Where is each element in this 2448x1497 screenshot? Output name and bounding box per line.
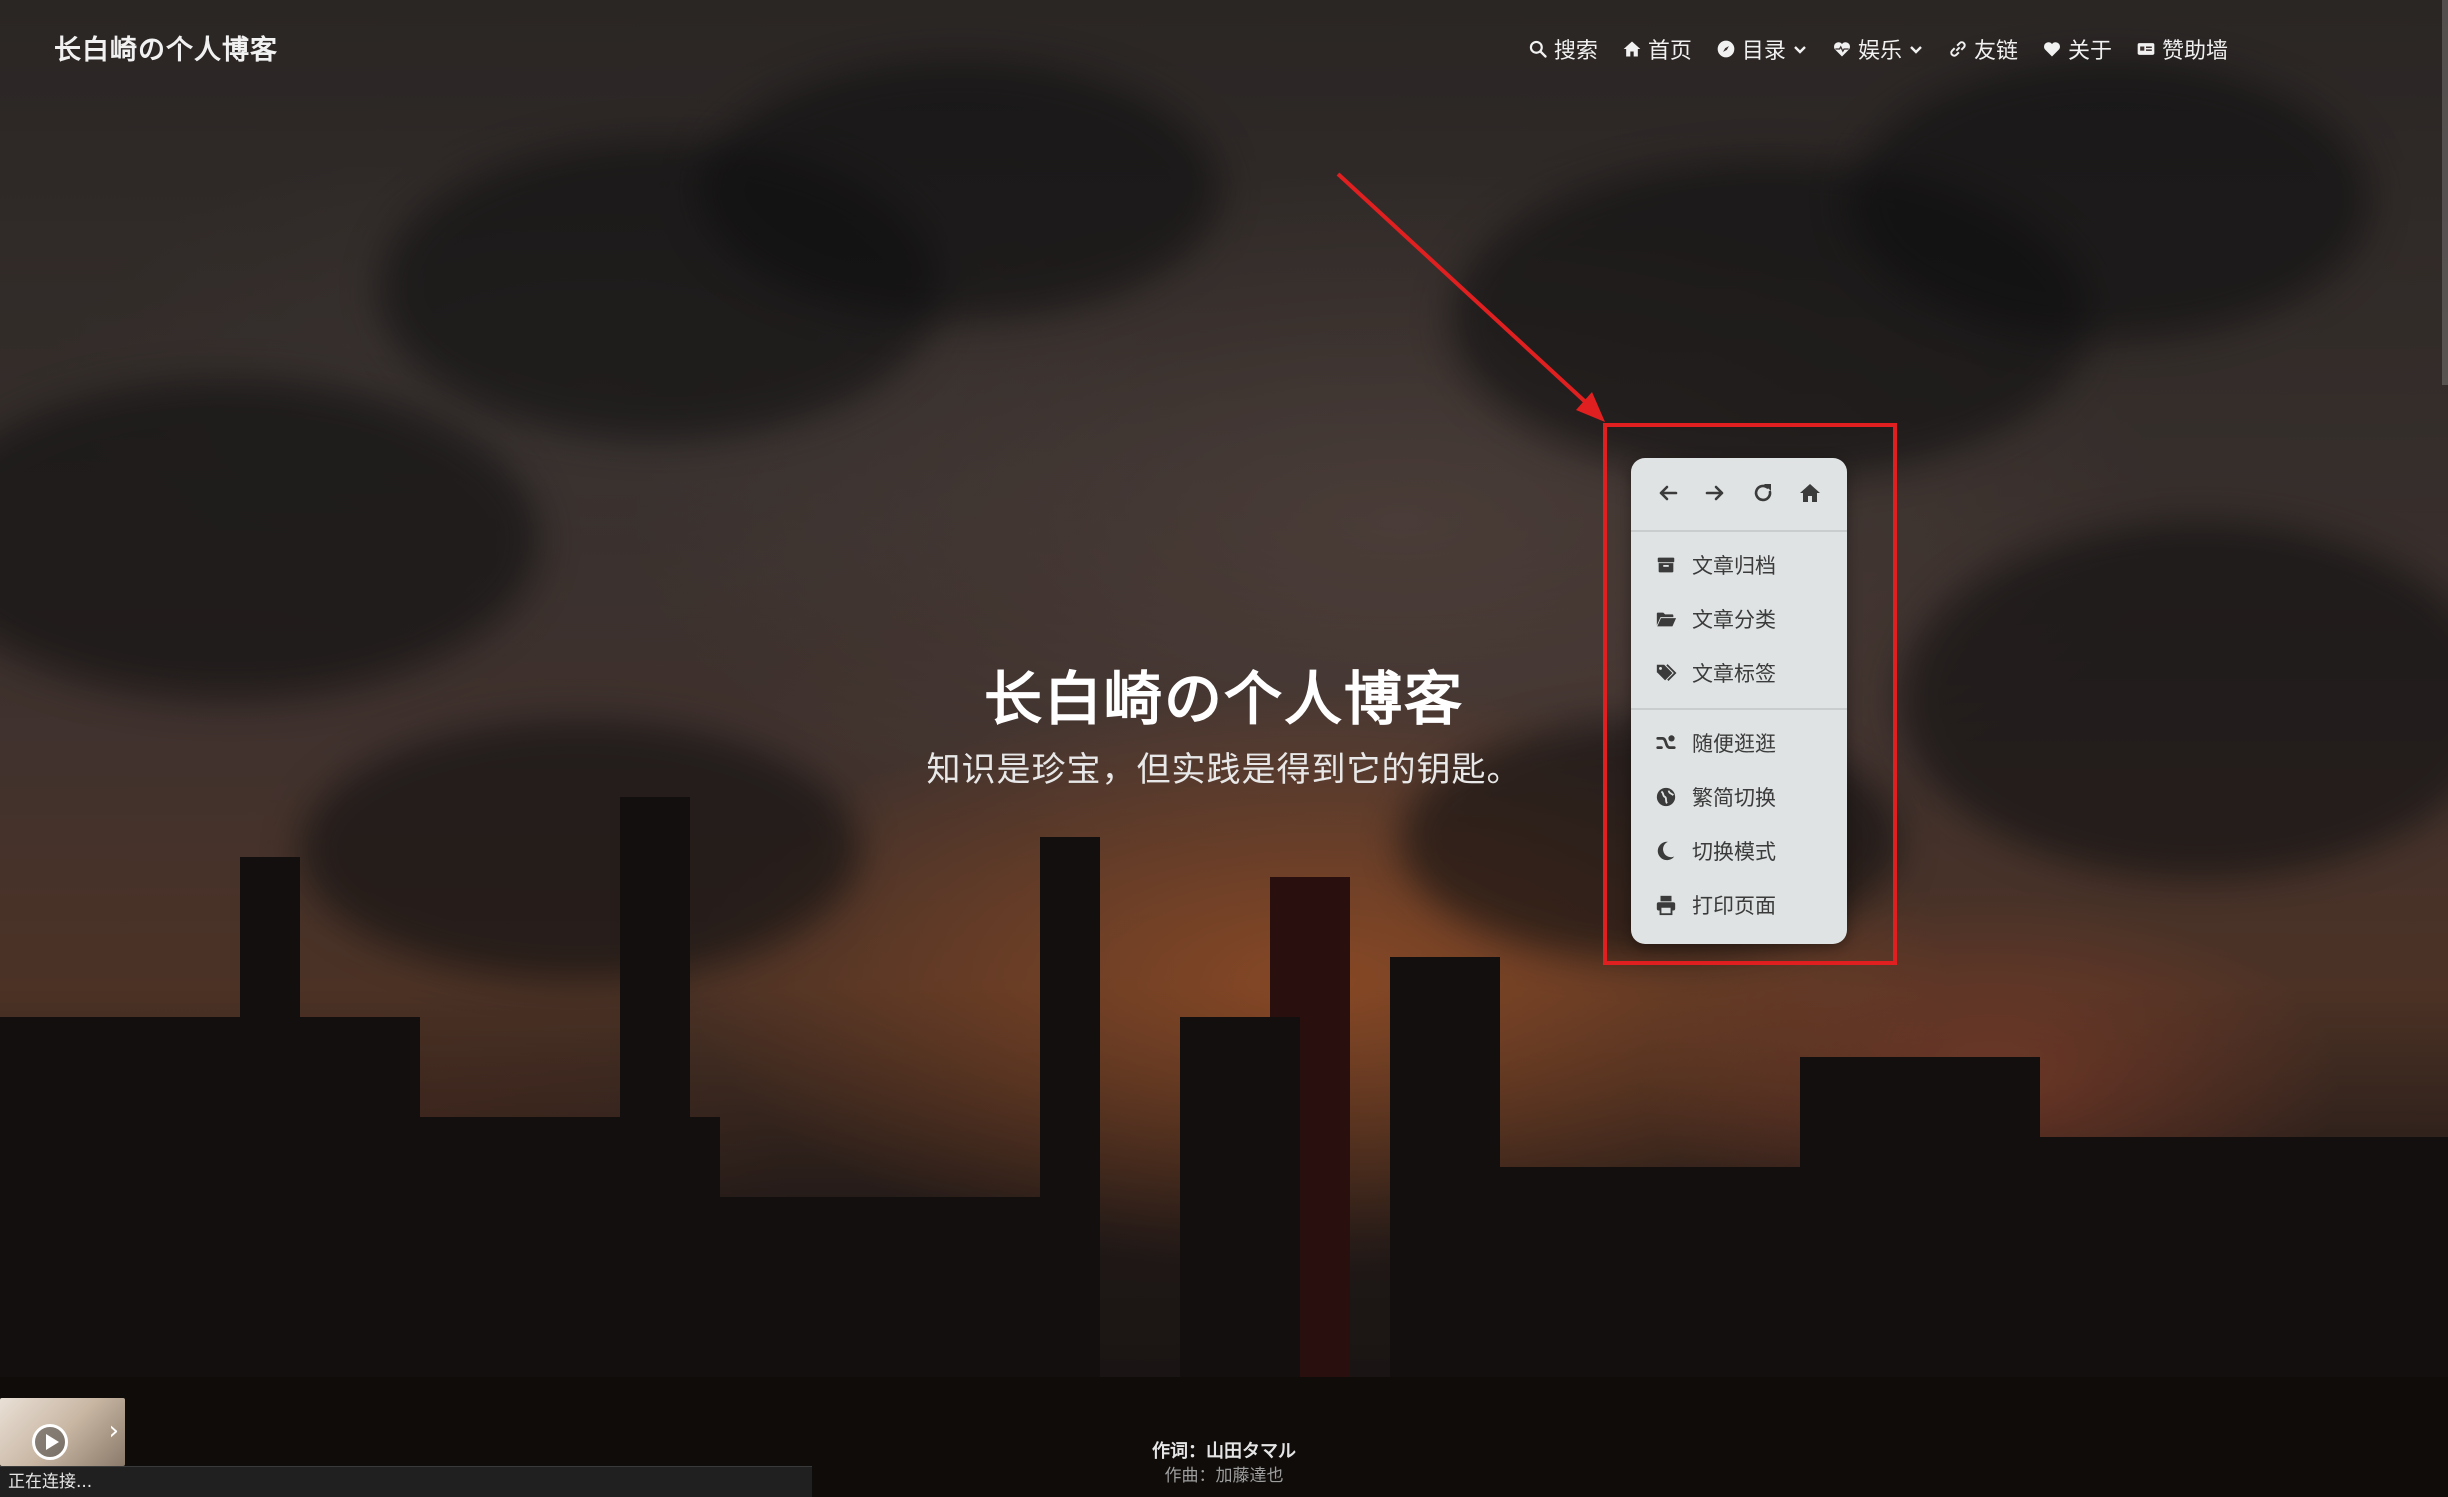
- nav-label: 关于: [2067, 39, 2112, 64]
- home-icon: [1623, 41, 1641, 57]
- menu-item-toggle-mode[interactable]: 切换模式: [1631, 824, 1847, 878]
- id-card-icon: [2137, 43, 2155, 55]
- nav-catalog[interactable]: 目录: [1716, 33, 1808, 65]
- nav-label: 赞助墙: [2161, 39, 2228, 64]
- menu-toolbar: [1631, 464, 1847, 522]
- hero-subtitle: 知识是珍宝，但实践是得到它的钥匙。: [926, 750, 1522, 790]
- nav-label: 娱乐: [1857, 39, 1902, 64]
- heart-pulse-icon: [1833, 42, 1850, 57]
- browser-status-bar: 正在连接...: [0, 1466, 812, 1497]
- archive-icon: [1657, 557, 1675, 573]
- home-icon: [1799, 484, 1820, 502]
- forward-button[interactable]: [1703, 481, 1727, 505]
- link-icon: [1950, 41, 1966, 57]
- menu-item-label: 文章标签: [1692, 662, 1776, 686]
- refresh-icon: [1754, 484, 1771, 502]
- shuffle-icon: [1656, 735, 1676, 749]
- menu-item-tags[interactable]: 文章标签: [1631, 646, 1847, 700]
- nav-label: 首页: [1647, 39, 1692, 64]
- chevron-down-icon: [1794, 46, 1806, 54]
- search-icon: [1529, 40, 1547, 58]
- menu-item-random-browse[interactable]: 随便逛逛: [1631, 716, 1847, 770]
- moon-icon: [1657, 841, 1675, 861]
- back-button[interactable]: [1656, 481, 1680, 505]
- tags-icon: [1656, 664, 1677, 681]
- heart-icon: [2043, 42, 2060, 57]
- menu-item-label: 文章归档: [1692, 554, 1776, 578]
- lyric-line-current: 作词：山田タマル: [1152, 1441, 1296, 1462]
- menu-item-label: 文章分类: [1692, 608, 1776, 632]
- globe-icon: [1656, 787, 1676, 807]
- nav-friend-links[interactable]: 友链: [1948, 33, 2018, 65]
- nav-entertainment[interactable]: 娱乐: [1832, 33, 1924, 65]
- menu-item-label: 切换模式: [1692, 840, 1776, 864]
- page-scrollbar[interactable]: [2442, 0, 2448, 385]
- menu-item-label: 随便逛逛: [1692, 732, 1776, 756]
- menu-item-archive[interactable]: 文章归档: [1631, 538, 1847, 592]
- annotation-arrow: [1336, 172, 1605, 422]
- nav-label: 目录: [1741, 39, 1786, 64]
- nav-home[interactable]: 首页: [1622, 33, 1692, 65]
- top-nav: 搜索 首页 目录 娱乐 友链 关于 赞助墙: [1528, 34, 2228, 64]
- menu-item-traditional-simplified[interactable]: 繁简切换: [1631, 770, 1847, 824]
- site-title[interactable]: 长白崎の个人博客: [54, 28, 278, 67]
- folder-open-icon: [1656, 612, 1677, 627]
- nav-label: 友链: [1973, 39, 2018, 64]
- nav-about[interactable]: 关于: [2042, 33, 2112, 65]
- forward-arrow-icon: [1706, 485, 1724, 501]
- hero-title: 长白崎の个人博客: [983, 665, 1464, 733]
- menu-item-print-page[interactable]: 打印页面: [1631, 878, 1847, 932]
- home-button[interactable]: [1798, 481, 1822, 505]
- back-arrow-icon: [1659, 485, 1678, 501]
- chevron-down-icon: [1910, 46, 1922, 54]
- menu-group-tools: 随便逛逛 繁简切换 切换模式 打印页面: [1631, 710, 1847, 932]
- menu-group-articles: 文章归档 文章分类 文章标签: [1631, 532, 1847, 700]
- nav-sponsor-wall[interactable]: 赞助墙: [2136, 33, 2228, 65]
- compass-icon: [1717, 40, 1735, 58]
- menu-item-categories[interactable]: 文章分类: [1631, 592, 1847, 646]
- refresh-button[interactable]: [1751, 481, 1775, 505]
- menu-item-label: 繁简切换: [1692, 786, 1776, 810]
- right-click-context-menu: 文章归档 文章分类 文章标签 随便逛逛 繁简切换 切换模式 打印页面: [1631, 458, 1847, 944]
- nav-search[interactable]: 搜索: [1528, 33, 1598, 65]
- nav-label: 搜索: [1553, 39, 1598, 64]
- printer-icon: [1656, 895, 1676, 916]
- menu-item-label: 打印页面: [1692, 894, 1776, 918]
